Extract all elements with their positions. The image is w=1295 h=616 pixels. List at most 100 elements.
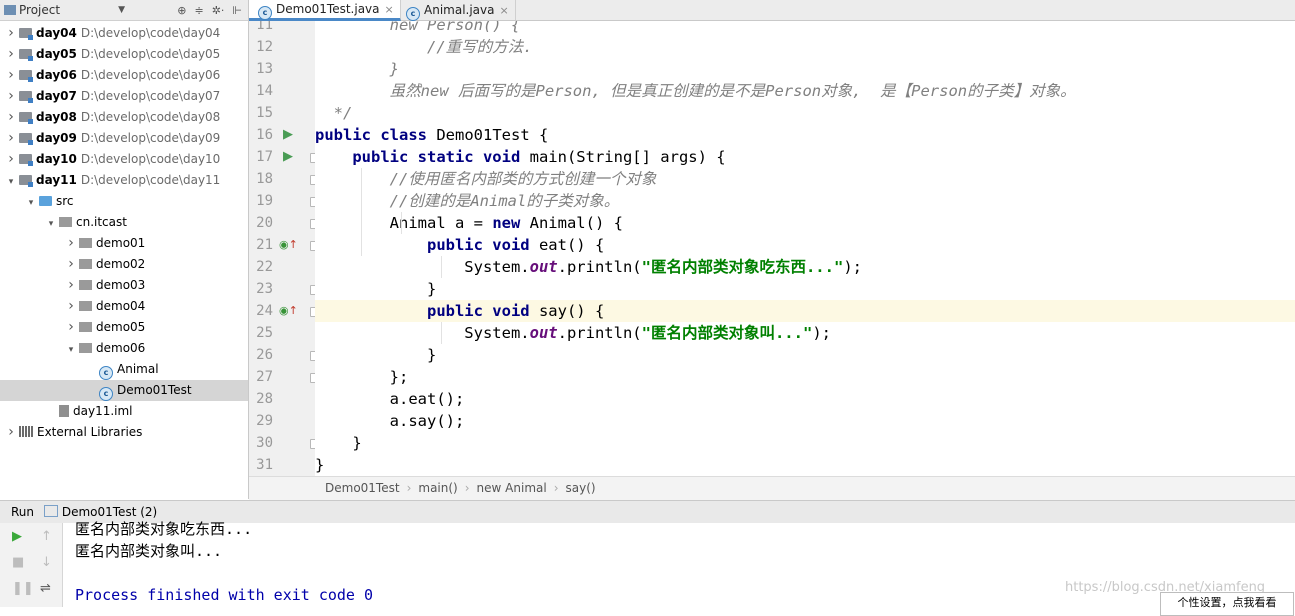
override-icon[interactable]: ◉↑ [279,300,298,322]
module-path: D:\develop\code\day07 [80,89,221,103]
run-gutter-icon[interactable]: ▶ [283,146,293,168]
line-number: 13 [256,61,273,77]
source-folder-icon [39,196,52,206]
close-tab-icon[interactable]: × [385,3,394,16]
code-line: } [315,434,362,452]
tree-item-day09[interactable]: › day09 D:\develop\code\day09 [0,128,248,149]
code-line: System.out.println("匿名内部类对象叫..."); [315,324,831,342]
stop-icon[interactable]: ■ [12,555,24,571]
package-icon [79,301,92,311]
tree-item-demo06[interactable]: ▾ demo06 [0,338,248,359]
breadcrumb-item[interactable]: new Animal [477,481,547,495]
tree-item-day05[interactable]: › day05 D:\develop\code\day05 [0,44,248,65]
close-tab-icon[interactable]: × [499,4,508,17]
code-line: 虽然new 后面写的是Person, 但是真正创建的是不是Person对象, 是… [389,82,1076,100]
rerun-icon[interactable]: ▶ [12,529,22,545]
run-toolbar: ▶ ↑ ■ ↓ ❚❚ ⇌ [0,523,63,607]
chevron-right-icon[interactable]: › [6,128,16,149]
chevron-right-icon[interactable]: › [6,422,16,443]
override-icon[interactable]: ◉↑ [279,234,298,256]
tree-item-src[interactable]: ▾ src [0,191,248,212]
locate-icon[interactable]: ⊕ [177,4,186,17]
tree-item-day08[interactable]: › day08 D:\develop\code\day08 [0,107,248,128]
settings-gear-icon[interactable]: ✲· [212,4,225,17]
tree-item-label: demo05 [96,320,146,334]
chevron-right-icon[interactable]: › [6,149,16,170]
chevron-right-icon[interactable]: › [6,65,16,86]
chevron-right-icon[interactable]: › [66,233,76,254]
run-config-tab[interactable]: Demo01Test (2) [62,505,157,519]
project-tools: ⊕ ≑ ✲· ⊩ [177,4,248,17]
tree-item-day11[interactable]: ▾ day11 D:\develop\code\day11 [0,170,248,191]
code-line: new Person() { [389,21,521,34]
collapse-all-icon[interactable]: ≑ [194,4,203,17]
up-arrow-icon[interactable]: ↑ [41,529,52,545]
tree-item-demo02[interactable]: › demo02 [0,254,248,275]
breadcrumb-item[interactable]: main() [418,481,457,495]
tree-item-label: day06 [36,68,77,82]
tree-item-demo04[interactable]: › demo04 [0,296,248,317]
tree-item-demo03[interactable]: › demo03 [0,275,248,296]
module-path: D:\develop\code\day08 [80,110,221,124]
project-view-selector[interactable]: Project [4,3,60,17]
line-number: 31 [256,457,273,473]
tree-item-day06[interactable]: › day06 D:\develop\code\day06 [0,65,248,86]
chevron-right-icon[interactable]: › [6,107,16,128]
tree-item-demo01test[interactable]: c Demo01Test [0,380,248,401]
chevron-down-icon[interactable]: ▾ [66,340,76,361]
code-line: //重写的方法. [426,38,533,56]
tab-animal[interactable]: c Animal.java × [397,0,516,21]
tree-item-external-libraries[interactable]: › External Libraries [0,422,248,443]
module-path: D:\develop\code\day06 [80,68,221,82]
chevron-down-icon[interactable]: ▾ [6,172,16,193]
down-arrow-icon[interactable]: ↓ [41,555,52,571]
breadcrumb-item[interactable]: say() [566,481,596,495]
tree-item-day11-iml[interactable]: day11.iml [0,401,248,422]
code-line: public void say() { [315,300,1295,322]
hide-panel-icon[interactable]: ⊩ [232,4,242,17]
indent-guide [441,256,442,278]
project-header: Project ▼ ⊕ ≑ ✲· ⊩ [0,0,248,21]
run-gutter-icon[interactable]: ▶ [283,124,293,146]
line-number: 16 [256,127,273,143]
iml-file-icon [59,405,69,417]
code-line: a.eat(); [315,390,465,408]
run-label[interactable]: Run [11,505,34,519]
tree-item-label: External Libraries [37,425,143,439]
libraries-icon [19,426,33,437]
tree-item-label: day08 [36,110,77,124]
chevron-right-icon[interactable]: › [66,254,76,275]
tree-item-animal[interactable]: c Animal [0,359,248,380]
line-number: 26 [256,347,273,363]
soft-wrap-icon[interactable]: ⇌ [40,581,51,597]
tree-item-day10[interactable]: › day10 D:\develop\code\day10 [0,149,248,170]
tree-item-demo05[interactable]: › demo05 [0,317,248,338]
code-editor[interactable]: new Person() { //重写的方法. } 虽然new 后面写的是Per… [315,21,1295,476]
module-folder-icon [19,70,33,82]
module-path: D:\develop\code\day04 [80,26,221,40]
chevron-right-icon[interactable]: › [66,317,76,338]
chevron-right-icon[interactable]: › [6,23,16,44]
chevron-right-icon[interactable]: › [6,44,16,65]
tree-item-label: demo01 [96,236,146,250]
tree-item-day07[interactable]: › day07 D:\develop\code\day07 [0,86,248,107]
chevron-right-icon[interactable]: › [66,275,76,296]
tab-demo01test[interactable]: c Demo01Test.java × [249,0,401,21]
line-number: 29 [256,413,273,429]
dropdown-arrow-icon[interactable]: ▼ [118,5,125,15]
tree-item-demo01[interactable]: › demo01 [0,233,248,254]
chevron-down-icon[interactable]: ▾ [26,193,36,214]
tree-item-day04[interactable]: › day04 D:\develop\code\day04 [0,23,248,44]
chevron-right-icon[interactable]: › [6,86,16,107]
tree-item-label: cn.itcast [76,215,127,229]
code-line: */ [333,104,353,122]
tree-item-label: demo03 [96,278,146,292]
breadcrumb-sep-icon: › [406,481,412,495]
chevron-down-icon[interactable]: ▾ [46,214,56,235]
pause-icon[interactable]: ❚❚ [12,581,34,597]
chevron-right-icon[interactable]: › [66,296,76,317]
tree-item-cn-itcast[interactable]: ▾ cn.itcast [0,212,248,233]
tree-item-label: demo06 [96,341,146,355]
personalize-popup[interactable]: 个性设置，点我看看 [1160,592,1294,616]
breadcrumb-item[interactable]: Demo01Test [325,481,400,495]
